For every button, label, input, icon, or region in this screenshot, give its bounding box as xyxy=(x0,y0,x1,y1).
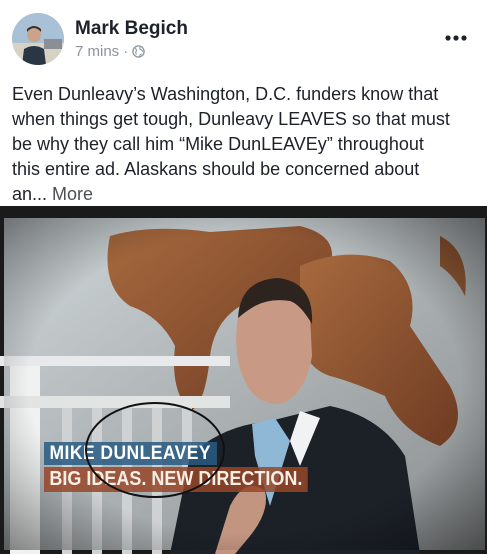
circle-annotation xyxy=(85,402,225,498)
avatar[interactable] xyxy=(12,13,64,65)
video-still[interactable] xyxy=(0,206,487,554)
post-timestamp[interactable]: 7 mins xyxy=(75,43,119,60)
post-body: Even Dunleavy’s Washington, D.C. funders… xyxy=(12,82,477,207)
meta-separator: · xyxy=(123,43,129,60)
post-author-name[interactable]: Mark Begich xyxy=(75,18,188,40)
post-header: Mark Begich 7 mins · xyxy=(0,0,487,72)
ellipsis-icon[interactable] xyxy=(445,29,467,41)
see-more-link[interactable]: More xyxy=(52,184,93,204)
globe-icon[interactable] xyxy=(132,45,145,58)
post-meta: 7 mins · xyxy=(75,43,145,60)
